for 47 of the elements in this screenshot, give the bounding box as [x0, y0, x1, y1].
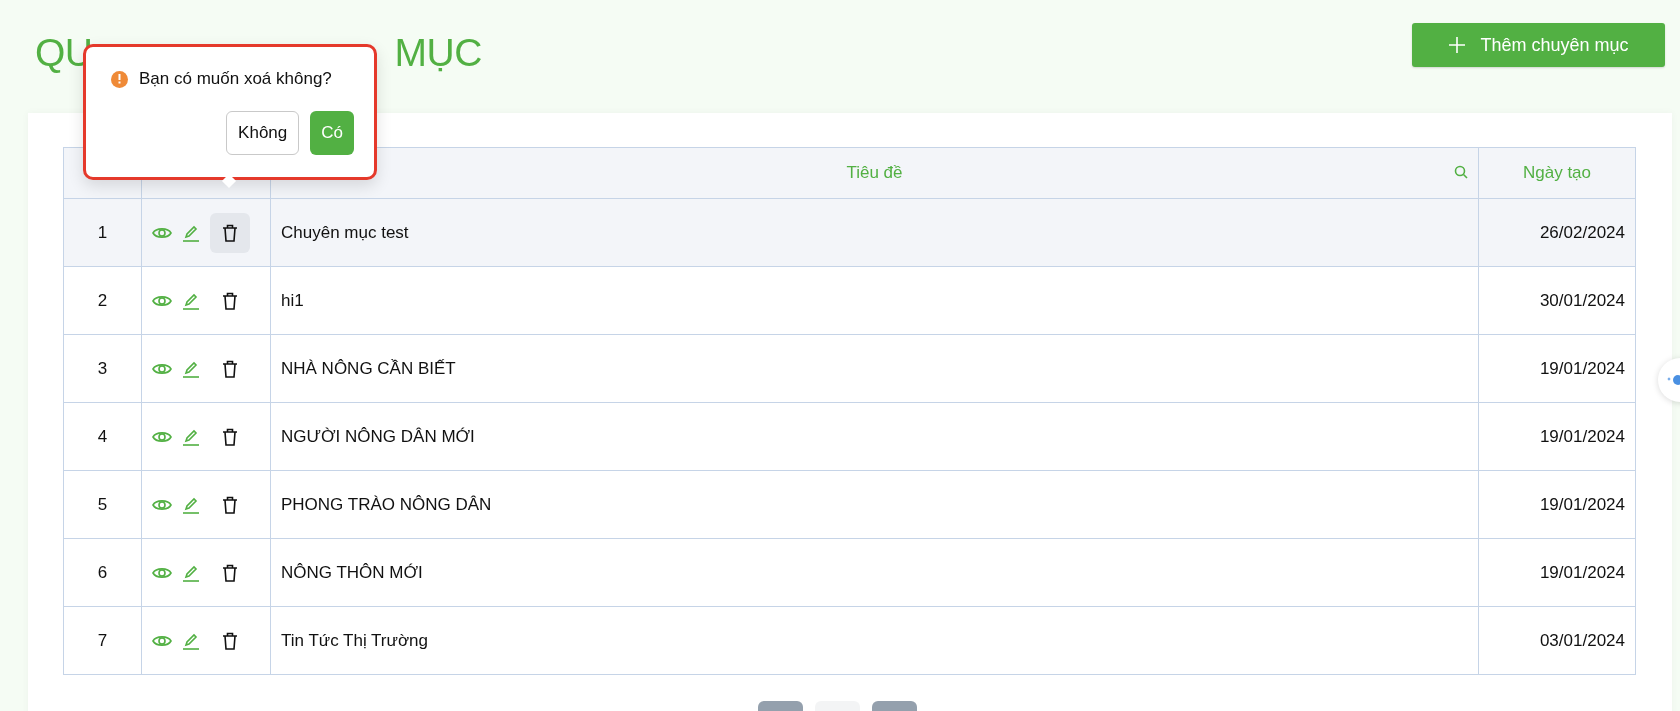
eye-icon[interactable]	[152, 497, 172, 512]
eye-icon[interactable]	[152, 429, 172, 444]
eye-icon[interactable]	[152, 293, 172, 308]
table-cell: hi1	[270, 266, 1479, 335]
pencil-icon[interactable]	[182, 427, 200, 446]
eye-icon[interactable]	[152, 633, 172, 648]
confirm-message: Bạn có muốn xoá không?	[139, 69, 332, 89]
table-cell: 6	[63, 538, 142, 607]
table-cell: 5	[63, 470, 142, 539]
add-category-button[interactable]: Thêm chuyên mục	[1412, 23, 1665, 67]
column-header: Ngày tạo	[1522, 163, 1591, 183]
column-header: Tiêu đề	[846, 163, 903, 183]
table-cell: Chuyên mục test	[270, 198, 1479, 267]
table-cell: 19/01/2024	[1478, 538, 1636, 607]
pencil-icon[interactable]	[182, 291, 200, 310]
table-cell: 4	[63, 402, 142, 471]
cancel-button[interactable]: Không	[226, 111, 300, 155]
table-cell: NÔNG THÔN MỚI	[270, 538, 1479, 607]
table-cell: NGƯỜI NÔNG DÂN MỚI	[270, 402, 1479, 471]
pencil-icon[interactable]	[182, 359, 200, 378]
delete-icon[interactable]	[210, 212, 250, 253]
confirm-button[interactable]: Có	[310, 111, 354, 155]
eye-icon[interactable]	[152, 565, 172, 580]
table-cell: 3	[63, 334, 142, 403]
pencil-icon[interactable]	[182, 223, 200, 242]
table-cell: 26/02/2024	[1478, 198, 1636, 267]
table-cell: 30/01/2024	[1478, 266, 1636, 335]
table-cell: 19/01/2024	[1478, 402, 1636, 471]
table-cell: 03/01/2024	[1478, 606, 1636, 675]
pencil-icon[interactable]	[182, 631, 200, 650]
warning-icon	[111, 70, 128, 88]
table-cell: 1	[63, 198, 142, 267]
eye-icon[interactable]	[152, 361, 172, 376]
table-cell: 19/01/2024	[1478, 334, 1636, 403]
pencil-icon[interactable]	[182, 563, 200, 582]
table-cell: Tin Tức Thị Trường	[270, 606, 1479, 675]
plus-icon	[1448, 36, 1467, 54]
sparkle-icon	[1666, 373, 1680, 387]
page-title: MỤC	[394, 31, 482, 75]
table-cell: 19/01/2024	[1478, 470, 1636, 539]
table-cell: PHONG TRÀO NÔNG DÂN	[270, 470, 1479, 539]
table-cell: 7	[63, 606, 142, 675]
table-cell: 2	[63, 266, 142, 335]
eye-icon[interactable]	[152, 225, 172, 240]
search-icon[interactable]	[1454, 165, 1468, 179]
table-cell: NHÀ NÔNG CẦN BIẾT	[270, 334, 1479, 403]
pencil-icon[interactable]	[182, 495, 200, 514]
